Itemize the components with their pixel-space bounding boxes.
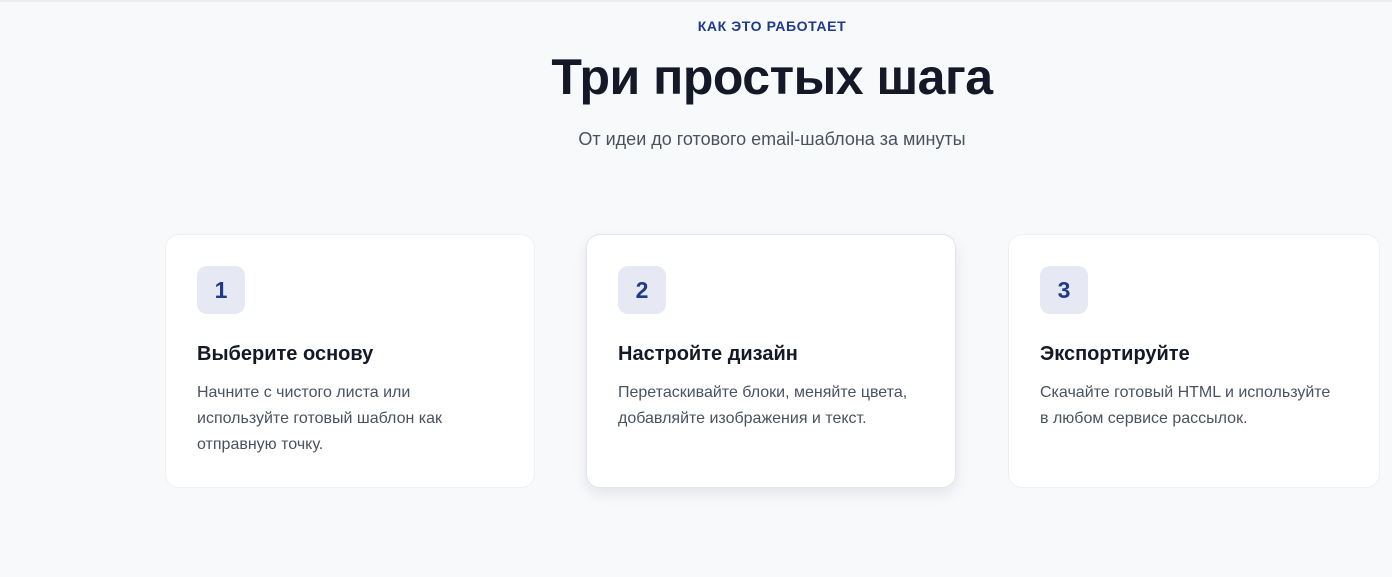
step-number-badge: 1 [197, 266, 245, 314]
step-title: Экспортируйте [1040, 343, 1190, 365]
step-description: Перетаскивайте блоки, меняйте цвета, доб… [618, 384, 908, 427]
step-card-2: 2 Настройте дизайн Перетаскивайте блоки,… [586, 234, 956, 488]
section-title: Три простых шага [551, 49, 993, 105]
step-title: Настройте дизайн [618, 343, 798, 365]
step-title: Выберите основу [197, 343, 374, 365]
section-eyebrow: КАК ЭТО РАБОТАЕТ [697, 18, 847, 34]
step-number-badge: 2 [618, 266, 666, 314]
section-subtitle: От идеи до готового email-шаблона за мин… [578, 129, 966, 149]
top-divider [0, 0, 1392, 2]
step-description: Скачайте готовый HTML и используйте в лю… [1040, 384, 1331, 427]
step-card-3: 3 Экспортируйте Скачайте готовый HTML и … [1008, 234, 1380, 488]
step-description: Начните с чистого листа или используйте … [197, 384, 442, 453]
step-number-badge: 3 [1040, 266, 1088, 314]
step-card-1: 1 Выберите основу Начните с чистого лист… [165, 234, 535, 488]
